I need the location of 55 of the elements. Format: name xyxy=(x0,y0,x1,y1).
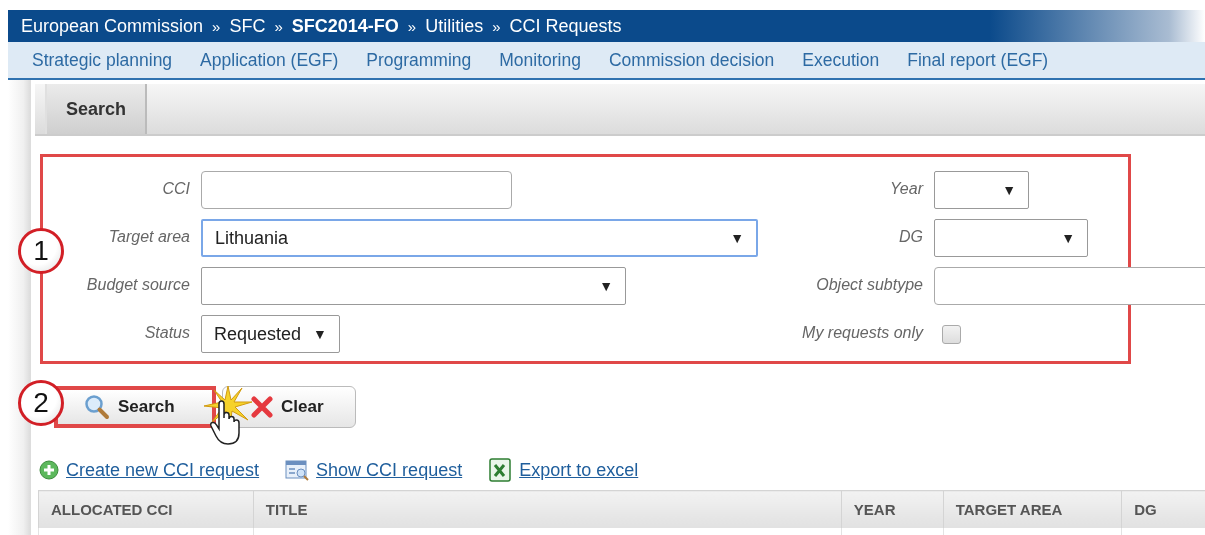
field-label: DG xyxy=(898,227,923,246)
breadcrumb-link[interactable]: European Commission xyxy=(21,15,204,37)
text-field[interactable] xyxy=(201,171,512,209)
field-label: Year xyxy=(889,179,923,198)
breadcrumb-link[interactable]: SFC2014-FO xyxy=(291,15,399,37)
menu-item[interactable]: Programming xyxy=(366,49,472,71)
field-label: Status xyxy=(143,323,190,342)
breadcrumb-separator: » xyxy=(274,17,283,35)
checkbox[interactable] xyxy=(942,325,961,344)
dropdown[interactable]: ▼ xyxy=(934,171,1029,209)
menu-item[interactable]: Strategic planning xyxy=(32,49,173,71)
link[interactable]: Show CCI request xyxy=(316,459,463,481)
text-field[interactable] xyxy=(934,267,1205,305)
close-icon xyxy=(251,396,273,418)
breadcrumb-link[interactable]: CCI Requests xyxy=(509,15,622,37)
dropdown-arrow-icon: ▼ xyxy=(313,326,327,342)
search-button[interactable]: Search xyxy=(54,386,216,428)
link[interactable]: Export to excel xyxy=(519,459,639,481)
column-header[interactable]: TITLE xyxy=(253,490,842,528)
search-icon xyxy=(84,394,110,420)
window-icon xyxy=(285,459,310,481)
column-header[interactable]: DG xyxy=(1121,490,1205,528)
breadcrumb-separator: » xyxy=(407,17,417,35)
dropdown-arrow-icon: ▼ xyxy=(1061,230,1075,246)
dropdown[interactable]: ▼ xyxy=(201,267,626,305)
dropdown-arrow-icon: ▼ xyxy=(1002,182,1016,198)
step-number: 1 xyxy=(18,228,64,274)
menu-item[interactable]: Final report (EGF) xyxy=(907,49,1049,71)
column-header[interactable]: ALLOCATED CCI xyxy=(38,490,254,528)
breadcrumb-link[interactable]: SFC xyxy=(229,15,266,37)
menu-item[interactable]: Commission decision xyxy=(609,49,775,71)
breadcrumb-separator: » xyxy=(212,17,221,35)
dropdown[interactable]: Lithuania ▼ xyxy=(201,219,758,257)
breadcrumb-separator: » xyxy=(492,17,501,35)
link[interactable]: Create new CCI request xyxy=(66,459,260,481)
menu-item[interactable]: Monitoring xyxy=(499,49,581,71)
dropdown-arrow-icon: ▼ xyxy=(730,230,744,246)
field-label: CCI xyxy=(161,179,190,198)
menu-item[interactable]: Application (EGF) xyxy=(200,49,339,71)
spreadsheet-icon xyxy=(488,458,513,482)
dropdown[interactable]: Requested ▼ xyxy=(201,315,340,353)
field-label: My requests only xyxy=(801,323,923,342)
breadcrumb-link[interactable]: Utilities xyxy=(425,15,484,37)
dropdown[interactable]: ▼ xyxy=(934,219,1088,257)
dropdown-value: Lithuania xyxy=(215,227,289,249)
column-header[interactable]: TARGET AREA xyxy=(943,490,1122,528)
tab[interactable]: Search xyxy=(45,84,148,134)
dropdown-value: Requested xyxy=(214,323,302,345)
column-header[interactable]: YEAR xyxy=(841,490,944,528)
field-label: Target area xyxy=(107,227,190,246)
menu-item[interactable]: Execution xyxy=(802,49,880,71)
dropdown-arrow-icon: ▼ xyxy=(599,278,613,294)
field-label: Budget source xyxy=(85,275,190,294)
field-label: Object subtype xyxy=(815,275,923,294)
plus-icon xyxy=(39,460,59,480)
